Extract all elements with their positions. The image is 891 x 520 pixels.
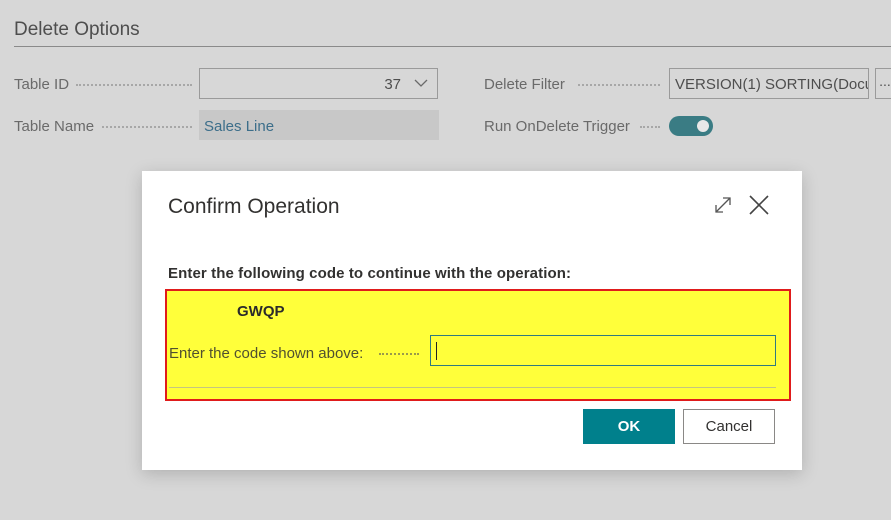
table-id-field[interactable]: 37: [199, 68, 438, 99]
table-name-label: Table Name: [14, 118, 95, 135]
code-divider: [169, 387, 776, 388]
code-field-dots: [379, 353, 419, 355]
confirmation-code: GWQP: [237, 303, 285, 320]
table-name-field[interactable]: Sales Line: [199, 110, 439, 140]
ok-button[interactable]: OK: [583, 409, 675, 444]
delete-filter-dots: [578, 84, 660, 87]
run-ondelete-toggle[interactable]: [669, 116, 713, 136]
delete-filter-more-button[interactable]: ...: [875, 68, 891, 99]
table-name-dots: [102, 126, 192, 129]
run-ondelete-dots: [640, 126, 660, 129]
dialog-instruction: Enter the following code to continue wit…: [168, 265, 572, 282]
section-divider: [14, 46, 891, 47]
page-title: Delete Options: [14, 19, 140, 40]
code-field-label: Enter the code shown above:: [169, 345, 364, 362]
close-icon[interactable]: [747, 193, 771, 217]
confirm-dialog: Confirm Operation Enter the following co…: [142, 171, 802, 470]
table-id-label: Table ID: [14, 76, 70, 93]
text-caret: [436, 342, 437, 360]
code-input[interactable]: [430, 335, 776, 366]
toggle-knob: [697, 120, 709, 132]
dialog-title: Confirm Operation: [168, 195, 340, 218]
run-ondelete-label: Run OnDelete Trigger: [484, 118, 630, 135]
delete-filter-label: Delete Filter: [484, 76, 565, 93]
code-highlight-box: GWQP Enter the code shown above:: [165, 289, 791, 401]
chevron-down-icon[interactable]: [413, 75, 429, 91]
delete-filter-field[interactable]: VERSION(1) SORTING(Document Type,Documen…: [669, 68, 869, 99]
table-id-value: 37: [384, 76, 401, 93]
table-id-dots: [76, 84, 192, 87]
cancel-button[interactable]: Cancel: [683, 409, 775, 444]
expand-icon[interactable]: [712, 194, 734, 216]
